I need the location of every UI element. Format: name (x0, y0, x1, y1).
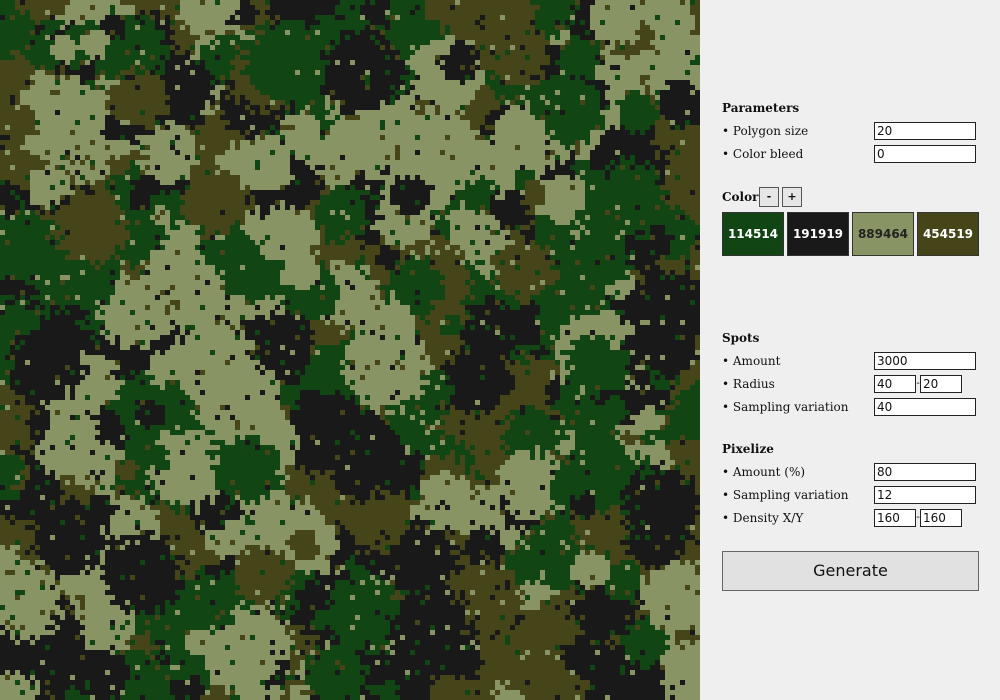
density-label: • Density X/Y (722, 511, 804, 525)
spots-sampling-variation-label: • Sampling variation (722, 400, 849, 414)
spots-radius-max-input[interactable]: 20 (920, 375, 962, 393)
color-swatch[interactable]: 114514 (722, 212, 784, 256)
spots-amount-label: • Amount (722, 354, 781, 368)
color-swatch[interactable]: 454519 (917, 212, 979, 256)
polygon-size-label: • Polygon size (722, 124, 809, 138)
spots-radius-label: • Radius (722, 377, 775, 391)
color-bleed-input[interactable]: 0 (874, 145, 976, 163)
density-x-input[interactable]: 160 (874, 509, 916, 527)
density-y-input[interactable]: 160 (920, 509, 962, 527)
pixelize-amount-label: • Amount (%) (722, 465, 806, 479)
settings-panel: Parameters • Polygon size 20 • Color ble… (700, 0, 1000, 700)
remove-color-button[interactable]: - (759, 187, 779, 207)
color-bleed-label: • Color bleed (722, 147, 804, 161)
color-swatch[interactable]: 889464 (852, 212, 914, 256)
color-swatch[interactable]: 191919 (787, 212, 849, 256)
spots-radius-min-input[interactable]: 40 (874, 375, 916, 393)
polygon-size-input[interactable]: 20 (874, 122, 976, 140)
pixelize-sampling-variation-label: • Sampling variation (722, 488, 849, 502)
pixelize-amount-input[interactable]: 80 (874, 463, 976, 481)
add-color-button[interactable]: + (782, 187, 802, 207)
pixelize-heading: Pixelize (722, 442, 774, 456)
generate-button[interactable]: Generate (722, 551, 979, 591)
pixelize-sampling-variation-input[interactable]: 12 (874, 486, 976, 504)
spots-heading: Spots (722, 331, 760, 345)
camouflage-preview-canvas (0, 0, 700, 700)
spots-sampling-variation-input[interactable]: 40 (874, 398, 976, 416)
spots-amount-input[interactable]: 3000 (874, 352, 976, 370)
parameters-heading: Parameters (722, 101, 800, 115)
